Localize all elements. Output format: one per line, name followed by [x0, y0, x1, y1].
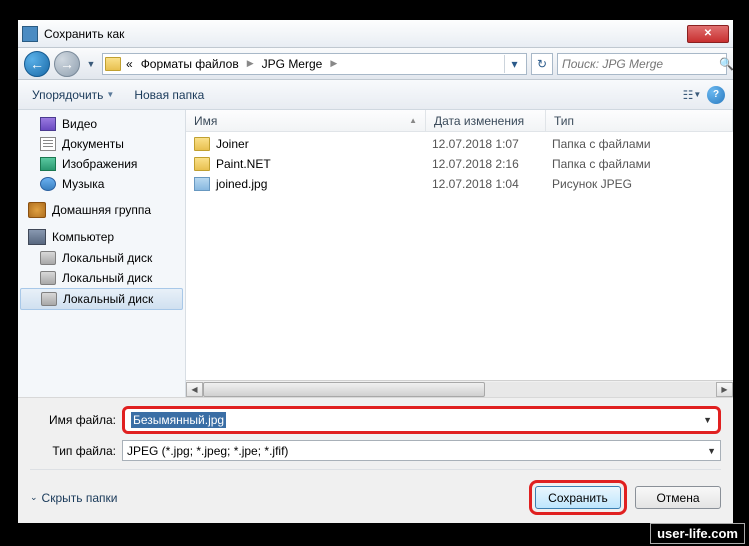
column-name[interactable]: Имя▲ — [186, 110, 426, 131]
address-dropdown[interactable]: ▾ — [504, 55, 524, 73]
hide-folders-toggle[interactable]: ⌄ Скрыть папки — [30, 491, 117, 505]
close-button[interactable]: ✕ — [687, 25, 729, 43]
nav-history-dropdown[interactable]: ▼ — [84, 53, 98, 75]
file-list[interactable]: Joiner12.07.2018 1:07Папка с файлами Pai… — [186, 132, 733, 380]
video-icon — [40, 117, 56, 131]
disk-icon — [40, 251, 56, 265]
chevron-down-icon: ▼ — [106, 90, 114, 99]
sidebar-item-disk[interactable]: Локальный диск — [18, 268, 185, 288]
refresh-button[interactable]: ↻ — [531, 53, 553, 75]
filetype-select[interactable]: JPEG (*.jpg; *.jpeg; *.jpe; *.jfif) ▼ — [122, 440, 721, 461]
sidebar-item-disk[interactable]: Локальный диск — [18, 248, 185, 268]
file-pane: Имя▲ Дата изменения Тип Joiner12.07.2018… — [186, 110, 733, 397]
bottom-panel: Имя файла: Безымянный.jpg ▼ Тип файла: J… — [18, 397, 733, 523]
list-item[interactable]: joined.jpg12.07.2018 1:04Рисунок JPEG — [186, 174, 733, 194]
chevron-down-icon: ⌄ — [30, 492, 38, 503]
folder-icon — [105, 57, 121, 71]
scroll-thumb[interactable] — [203, 382, 485, 397]
filetype-value: JPEG (*.jpg; *.jpeg; *.jpe; *.jfif) — [127, 444, 288, 458]
nav-bar: ← → ▼ « Форматы файлов ▶ JPG Merge ▶ ▾ ↻… — [18, 48, 733, 80]
sidebar-item-disk[interactable]: Локальный диск — [20, 288, 183, 310]
organize-menu[interactable]: Упорядочить ▼ — [26, 85, 120, 105]
chevron-right-icon[interactable]: ▶ — [244, 58, 257, 69]
sidebar-computer[interactable]: Компьютер — [18, 221, 185, 248]
save-button[interactable]: Сохранить — [535, 486, 621, 509]
disk-icon — [41, 292, 57, 306]
list-item[interactable]: Paint.NET12.07.2018 2:16Папка с файлами — [186, 154, 733, 174]
title-bar: Сохранить как ✕ — [18, 20, 733, 48]
watermark: user-life.com — [650, 523, 745, 544]
column-type[interactable]: Тип — [546, 110, 733, 131]
save-highlight: Сохранить — [529, 480, 627, 515]
filename-value: Безымянный.jpg — [131, 412, 226, 428]
search-box[interactable]: 🔍 — [557, 53, 727, 75]
forward-button[interactable]: → — [54, 51, 80, 77]
address-bar[interactable]: « Форматы файлов ▶ JPG Merge ▶ ▾ — [102, 53, 527, 75]
column-headers: Имя▲ Дата изменения Тип — [186, 110, 733, 132]
sidebar: Видео Документы Изображения Музыка Домаш… — [18, 110, 186, 397]
scroll-left-button[interactable]: ◀ — [186, 382, 203, 397]
sidebar-item-images[interactable]: Изображения — [18, 154, 185, 174]
sidebar-item-video[interactable]: Видео — [18, 114, 185, 134]
homegroup-icon — [28, 202, 46, 218]
filename-input[interactable]: Безымянный.jpg ▼ — [122, 406, 721, 434]
image-file-icon — [194, 177, 210, 191]
app-icon — [22, 26, 38, 42]
search-icon: 🔍 — [719, 57, 734, 71]
filename-label: Имя файла: — [30, 413, 116, 427]
window-title: Сохранить как — [44, 27, 687, 41]
chevron-down-icon[interactable]: ▼ — [707, 446, 716, 456]
back-button[interactable]: ← — [24, 51, 50, 77]
disk-icon — [40, 271, 56, 285]
path-prefix: « — [123, 57, 136, 71]
breadcrumb-segment[interactable]: JPG Merge — [259, 57, 326, 71]
column-date[interactable]: Дата изменения — [426, 110, 546, 131]
chevron-right-icon[interactable]: ▶ — [327, 58, 340, 69]
save-as-dialog: Сохранить как ✕ ← → ▼ « Форматы файлов ▶… — [18, 20, 733, 523]
list-item[interactable]: Joiner12.07.2018 1:07Папка с файлами — [186, 134, 733, 154]
search-input[interactable] — [562, 57, 719, 71]
scroll-track[interactable] — [203, 382, 716, 397]
toolbar: Упорядочить ▼ Новая папка ☷ ▼ ? — [18, 80, 733, 110]
sidebar-item-music[interactable]: Музыка — [18, 174, 185, 194]
new-folder-button[interactable]: Новая папка — [128, 85, 210, 105]
document-icon — [40, 137, 56, 151]
image-icon — [40, 157, 56, 171]
folder-icon — [194, 137, 210, 151]
view-options[interactable]: ☷ ▼ — [683, 86, 701, 104]
cancel-button[interactable]: Отмена — [635, 486, 721, 509]
breadcrumb-segment[interactable]: Форматы файлов — [138, 57, 242, 71]
filetype-label: Тип файла: — [30, 444, 116, 458]
chevron-down-icon[interactable]: ▼ — [703, 415, 712, 425]
sort-indicator: ▲ — [409, 116, 417, 125]
horizontal-scrollbar[interactable]: ◀ ▶ — [186, 380, 733, 397]
computer-icon — [28, 229, 46, 245]
music-icon — [40, 177, 56, 191]
help-button[interactable]: ? — [707, 86, 725, 104]
sidebar-item-documents[interactable]: Документы — [18, 134, 185, 154]
scroll-right-button[interactable]: ▶ — [716, 382, 733, 397]
sidebar-homegroup[interactable]: Домашняя группа — [18, 194, 185, 221]
folder-icon — [194, 157, 210, 171]
